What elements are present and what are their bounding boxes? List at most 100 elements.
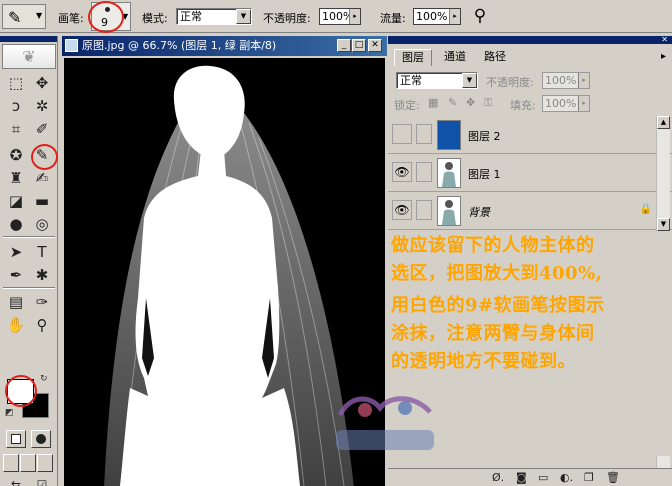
marquee-tool-icon[interactable]: ⬚ <box>4 72 28 94</box>
layer-name[interactable]: 背景 <box>468 204 490 220</box>
tab-channels[interactable]: 通道 <box>436 49 474 66</box>
visibility-toggle[interactable] <box>392 124 412 144</box>
toolbox-divider <box>3 287 55 289</box>
magic-wand-tool-icon[interactable]: ✲ <box>30 95 54 117</box>
crop-tool-icon[interactable]: ⌗ <box>4 118 28 140</box>
default-colors-icon[interactable]: ◩ <box>5 408 14 418</box>
adjustment-layer-icon[interactable]: ◐. <box>560 471 573 484</box>
mode-label: 模式: <box>142 12 168 25</box>
lock-icon: 🔒 <box>639 204 652 215</box>
path-selection-tool-icon[interactable]: ➤ <box>4 241 28 263</box>
type-tool-icon[interactable]: T <box>30 241 54 263</box>
add-mask-icon[interactable]: ◙ <box>516 471 527 484</box>
slice-tool-icon[interactable]: ✐ <box>30 118 54 140</box>
layer-row-layer1[interactable]: 👁 图层 1 <box>388 154 672 192</box>
blur-tool-icon[interactable]: ● <box>4 213 28 235</box>
scroll-up-icon[interactable]: ▲ <box>657 116 670 129</box>
mode-select[interactable]: 正常 ▼ <box>176 8 252 25</box>
zoom-tool-icon[interactable]: ⚲ <box>30 314 54 336</box>
blend-mode-value: 正常 <box>400 74 422 87</box>
annotation-line: 做应该留下的人物主体的 <box>391 235 595 256</box>
annotation-line: 选区，把图放大到400%, <box>391 263 603 284</box>
toolbox: ❦ ⬚ ✥ ↄ ✲ ⌗ ✐ ✪ ✎ ♜ ✍ ◪ ▬ ● ◎ ➤ T ✒ ✱ ▤ … <box>0 36 58 486</box>
delete-layer-icon[interactable]: 🗑 <box>606 471 620 484</box>
eyedropper-tool-icon[interactable]: ✑ <box>30 291 54 313</box>
flow-field[interactable]: 100% ▸ <box>413 8 461 25</box>
mode-value: 正常 <box>180 10 202 23</box>
pen-tool-icon[interactable]: ✒ <box>4 264 28 286</box>
imageready-icon[interactable]: ☑ <box>30 478 54 486</box>
document-icon <box>65 39 78 52</box>
layer-thumbnail <box>437 158 461 188</box>
layer-name[interactable]: 图层 1 <box>468 166 501 182</box>
layer-style-icon[interactable]: Ø. <box>492 471 504 484</box>
tab-layers[interactable]: 图层 <box>394 49 432 66</box>
fill-label: 填充: <box>510 99 536 112</box>
annotation-line: 用白色的9#软画笔按图示 <box>391 295 605 316</box>
screen-mode-full-menu-button[interactable] <box>20 454 36 472</box>
dodge-tool-icon[interactable]: ◎ <box>30 213 54 235</box>
jump-to-imageready-icon[interactable]: ⇆ <box>4 478 28 486</box>
close-icon[interactable]: ✕ <box>368 39 382 52</box>
layers-scrollbar[interactable]: ▲ ▼ <box>656 116 670 231</box>
watermark-logo <box>330 390 442 460</box>
gradient-tool-icon[interactable]: ▬ <box>30 190 54 212</box>
fill-field[interactable]: 100% ▸ <box>542 95 590 112</box>
screen-mode-standard-button[interactable] <box>3 454 19 472</box>
layer-name[interactable]: 图层 2 <box>468 128 501 144</box>
history-brush-tool-icon[interactable]: ✍ <box>30 167 54 189</box>
close-icon[interactable]: ✕ <box>661 36 668 44</box>
dropdown-arrow-icon: ▼ <box>462 73 477 88</box>
brush-icon: ✎ <box>8 8 22 27</box>
lock-all-icon[interactable]: ⚿ <box>484 96 492 110</box>
lock-position-icon[interactable]: ✥ <box>466 96 475 109</box>
toolbox-titlebar[interactable] <box>0 36 57 42</box>
clone-stamp-tool-icon[interactable]: ♜ <box>4 167 28 189</box>
toolbox-divider <box>3 236 55 238</box>
slider-arrow-icon[interactable]: ▸ <box>449 9 460 24</box>
eye-icon[interactable]: 👁 <box>392 200 412 220</box>
blend-mode-select[interactable]: 正常 ▼ <box>396 72 478 89</box>
person-thumbnail-icon <box>442 200 456 225</box>
quick-mask-icon <box>36 434 46 444</box>
notes-tool-icon[interactable]: ▤ <box>4 291 28 313</box>
airbrush-icon[interactable]: ⚲ <box>466 4 494 29</box>
maximize-icon[interactable]: □ <box>352 39 366 52</box>
palette-resize-grip[interactable] <box>656 456 670 468</box>
tool-preset-picker[interactable]: ✎ ▼ <box>2 4 46 29</box>
tab-paths[interactable]: 路径 <box>476 49 514 66</box>
layer-link-toggle[interactable] <box>416 200 432 220</box>
quick-mask-button[interactable] <box>31 430 51 448</box>
swap-colors-icon[interactable]: ↻ <box>40 374 48 384</box>
layer-thumbnail <box>437 120 461 150</box>
standard-mode-button[interactable] <box>6 430 26 448</box>
palette-titlebar[interactable]: ✕ <box>388 36 672 44</box>
layer-row-layer2[interactable]: 图层 2 <box>388 116 672 154</box>
flow-value: 100% <box>416 10 448 23</box>
slider-arrow-icon[interactable]: ▸ <box>578 96 589 111</box>
layer-opacity-field[interactable]: 100% ▸ <box>542 72 590 89</box>
slider-arrow-icon[interactable]: ▸ <box>578 73 589 88</box>
lasso-tool-icon[interactable]: ↄ <box>4 95 28 117</box>
lock-label: 锁定: <box>394 99 420 112</box>
lock-transparency-icon[interactable]: ▦ <box>428 96 438 109</box>
hand-tool-icon[interactable]: ✋ <box>4 314 28 336</box>
shape-tool-icon[interactable]: ✱ <box>30 264 54 286</box>
healing-brush-tool-icon[interactable]: ✪ <box>4 144 28 166</box>
eye-icon[interactable]: 👁 <box>392 162 412 182</box>
layer-link-toggle[interactable] <box>416 124 432 144</box>
palette-menu-icon[interactable]: ▸ <box>661 51 666 62</box>
screen-mode-full-button[interactable] <box>37 454 53 472</box>
new-layer-icon[interactable]: ❐ <box>584 471 594 484</box>
new-set-icon[interactable]: ▭ <box>538 471 548 484</box>
move-tool-icon[interactable]: ✥ <box>30 72 54 94</box>
annotation-line: 的透明地方不要碰到。 <box>391 351 576 372</box>
lock-pixels-icon[interactable]: ✎ <box>448 96 457 109</box>
slider-arrow-icon[interactable]: ▸ <box>349 9 360 24</box>
layer-link-toggle[interactable] <box>416 162 432 182</box>
eraser-tool-icon[interactable]: ◪ <box>4 190 28 212</box>
tutorial-annotation: 做应该留下的人物主体的 选区，把图放大到400%, 用白色的9#软画笔按图示 涂… <box>388 225 672 380</box>
opacity-field[interactable]: 100% ▸ <box>319 8 361 25</box>
layer-thumbnail <box>437 196 461 226</box>
minimize-icon[interactable]: _ <box>337 39 351 52</box>
